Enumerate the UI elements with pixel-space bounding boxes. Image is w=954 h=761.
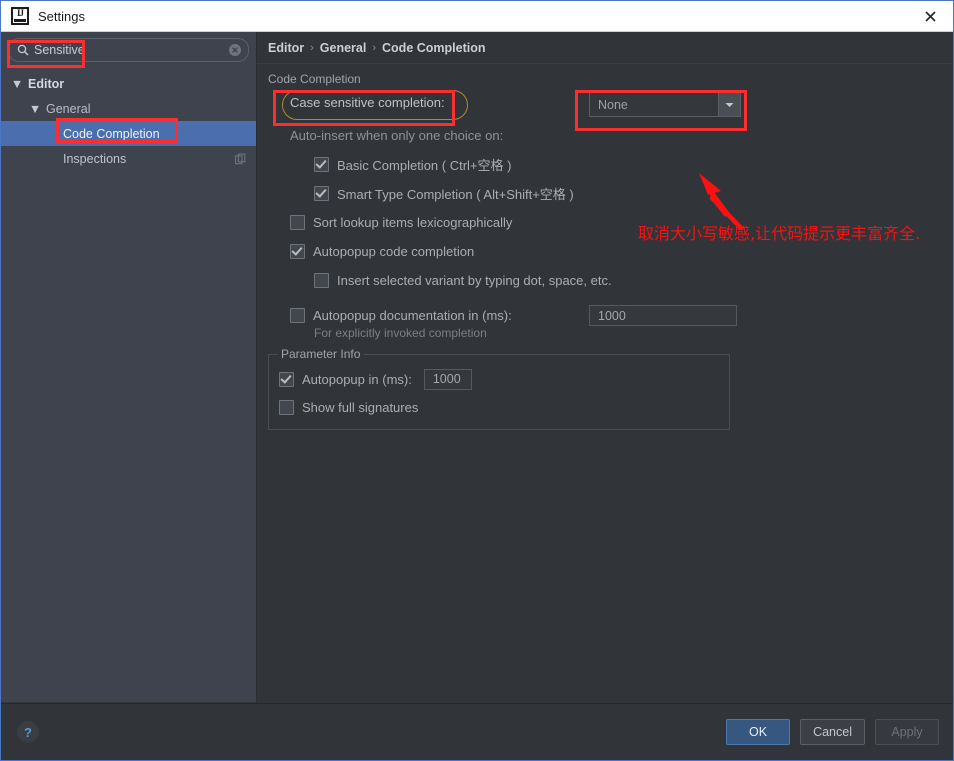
checkbox-label: Smart Type Completion ( Alt+Shift+空格 ) xyxy=(337,184,574,203)
copy-icon xyxy=(235,153,246,164)
checkbox-icon[interactable] xyxy=(279,372,294,387)
checkbox-smart-type-completion[interactable]: Smart Type Completion ( Alt+Shift+空格 ) xyxy=(268,179,939,208)
chevron-down-icon[interactable]: ▼ xyxy=(11,78,23,90)
case-sensitive-dropdown-value: None xyxy=(590,98,718,112)
settings-sidebar: Sensitive ▼ Editor ▼ General xyxy=(1,32,257,703)
search-area: Sensitive xyxy=(1,32,256,67)
cancel-button[interactable]: Cancel xyxy=(800,719,865,745)
sidebar-item-label: Inspections xyxy=(63,152,126,166)
checkbox-icon[interactable] xyxy=(279,400,294,415)
auto-insert-label-text: Auto-insert when only one choice on: xyxy=(290,128,503,143)
chevron-down-icon[interactable]: ▼ xyxy=(29,103,41,115)
sidebar-item-inspections[interactable]: Inspections xyxy=(1,146,256,171)
annotation-note: 取消大小写敏感,让代码提示更丰富齐全. xyxy=(638,220,920,244)
title-bar: IJ Settings xyxy=(1,1,953,32)
clear-circle-icon[interactable] xyxy=(228,43,242,57)
breadcrumb: Editor › General › Code Completion xyxy=(257,32,953,64)
autopopup-documentation-delay-input[interactable]: 1000 xyxy=(589,305,737,326)
checkbox-icon[interactable] xyxy=(290,244,305,259)
help-question-icon[interactable]: ? xyxy=(17,721,39,743)
checkbox-insert-selected-variant[interactable]: Insert selected variant by typing dot, s… xyxy=(268,266,939,295)
sidebar-item-editor[interactable]: ▼ Editor xyxy=(1,71,256,96)
sidebar-item-label: General xyxy=(46,102,90,116)
checkbox-label: Basic Completion ( Ctrl+空格 ) xyxy=(337,155,511,174)
checkbox-autopopup-documentation[interactable]: Autopopup documentation in (ms): 1000 xyxy=(268,301,939,330)
parameter-info-group: Parameter Info Autopopup in (ms): 1000 S… xyxy=(268,354,730,430)
case-sensitive-row: Case sensitive completion: None xyxy=(268,89,939,121)
breadcrumb-item-editor[interactable]: Editor xyxy=(268,41,304,55)
search-input-value: Sensitive xyxy=(34,43,228,57)
checkbox-icon[interactable] xyxy=(314,157,329,172)
sidebar-item-general[interactable]: ▼ General xyxy=(1,96,256,121)
close-icon[interactable] xyxy=(913,3,947,29)
sidebar-item-label: Code Completion xyxy=(63,127,160,141)
checkbox-label: Insert selected variant by typing dot, s… xyxy=(337,273,612,288)
code-completion-panel: Code Completion Case sensitive completio… xyxy=(257,64,953,703)
code-completion-group-title: Code Completion xyxy=(268,72,939,86)
window-title: Settings xyxy=(38,9,913,24)
breadcrumb-item-general[interactable]: General xyxy=(320,41,367,55)
checkbox-parameter-autopopup[interactable]: Autopopup in (ms): 1000 xyxy=(279,365,719,393)
checkbox-basic-completion[interactable]: Basic Completion ( Ctrl+空格 ) xyxy=(268,150,939,179)
search-input[interactable]: Sensitive xyxy=(8,38,249,62)
checkbox-icon[interactable] xyxy=(290,215,305,230)
parameter-autopopup-delay-input[interactable]: 1000 xyxy=(424,369,472,390)
apply-button[interactable]: Apply xyxy=(875,719,939,745)
auto-insert-label: Auto-insert when only one choice on: xyxy=(268,121,939,150)
case-sensitive-dropdown[interactable]: None xyxy=(589,92,741,117)
dialog-footer: ? OK Cancel Apply xyxy=(1,703,953,760)
dialog-body: Sensitive ▼ Editor ▼ General xyxy=(1,32,953,703)
settings-tree: ▼ Editor ▼ General Code Completion Inspe… xyxy=(1,67,256,171)
checkbox-label: Sort lookup items lexicographically xyxy=(313,215,512,230)
sidebar-item-code-completion[interactable]: Code Completion xyxy=(1,121,256,146)
intellij-idea-logo-icon: IJ xyxy=(11,7,29,25)
case-sensitive-label: Case sensitive completion: xyxy=(290,95,445,110)
sidebar-item-label: Editor xyxy=(28,77,64,91)
parameter-info-title: Parameter Info xyxy=(277,347,364,361)
sidebar-bottom-divider xyxy=(1,702,256,703)
ok-button[interactable]: OK xyxy=(726,719,790,745)
checkbox-icon[interactable] xyxy=(314,186,329,201)
checkbox-label: Autopopup documentation in (ms): xyxy=(313,308,512,323)
breadcrumb-separator-icon: › xyxy=(372,42,376,54)
chevron-down-icon[interactable] xyxy=(718,93,740,116)
breadcrumb-item-code-completion[interactable]: Code Completion xyxy=(382,41,485,55)
search-icon xyxy=(17,44,29,56)
checkbox-label: Autopopup code completion xyxy=(313,244,474,259)
checkbox-icon[interactable] xyxy=(314,273,329,288)
checkbox-icon[interactable] xyxy=(290,308,305,323)
breadcrumb-separator-icon: › xyxy=(310,42,314,54)
checkbox-show-full-signatures[interactable]: Show full signatures xyxy=(279,393,719,421)
settings-content: Editor › General › Code Completion Code … xyxy=(257,32,953,703)
settings-dialog: IJ Settings Sensitive xyxy=(0,0,954,761)
checkbox-label: Autopopup in (ms): xyxy=(302,372,412,387)
checkbox-label: Show full signatures xyxy=(302,400,418,415)
